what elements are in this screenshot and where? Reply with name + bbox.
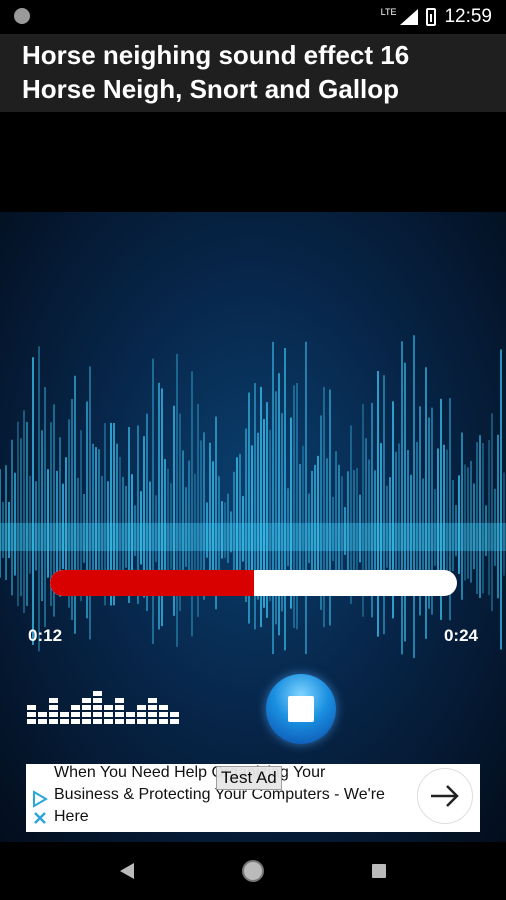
- player-visual: 0:12 0:24: [0, 112, 506, 842]
- arrow-right-icon[interactable]: [417, 768, 473, 824]
- nav-bar: [0, 842, 506, 900]
- stop-button[interactable]: [266, 674, 336, 744]
- battery-icon: [426, 8, 437, 26]
- title-bar: Horse neighing sound effect 16 Horse Nei…: [0, 34, 506, 112]
- stop-icon: [288, 696, 314, 722]
- test-ad-label: Test Ad: [216, 766, 282, 790]
- home-icon[interactable]: [238, 856, 268, 886]
- notification-dot-icon: [14, 8, 30, 24]
- network-type: LTE: [380, 7, 397, 17]
- adchoices-icon[interactable]: [30, 790, 50, 828]
- progress-bar[interactable]: [50, 570, 457, 596]
- page-title: Horse neighing sound effect 16 Horse Nei…: [22, 40, 410, 112]
- clock: 12:59: [444, 6, 492, 27]
- progress-fill: [50, 570, 254, 596]
- status-icons: LTE 12:59: [381, 6, 492, 28]
- total-time: 0:24: [443, 626, 478, 645]
- back-icon[interactable]: [112, 856, 142, 886]
- signal-icon: [400, 9, 419, 25]
- equalizer-icon: [27, 691, 179, 724]
- recents-icon[interactable]: [364, 856, 394, 886]
- current-time: 0:12: [28, 626, 63, 645]
- waveform-image: [0, 335, 506, 659]
- status-bar: LTE 12:59: [0, 0, 506, 34]
